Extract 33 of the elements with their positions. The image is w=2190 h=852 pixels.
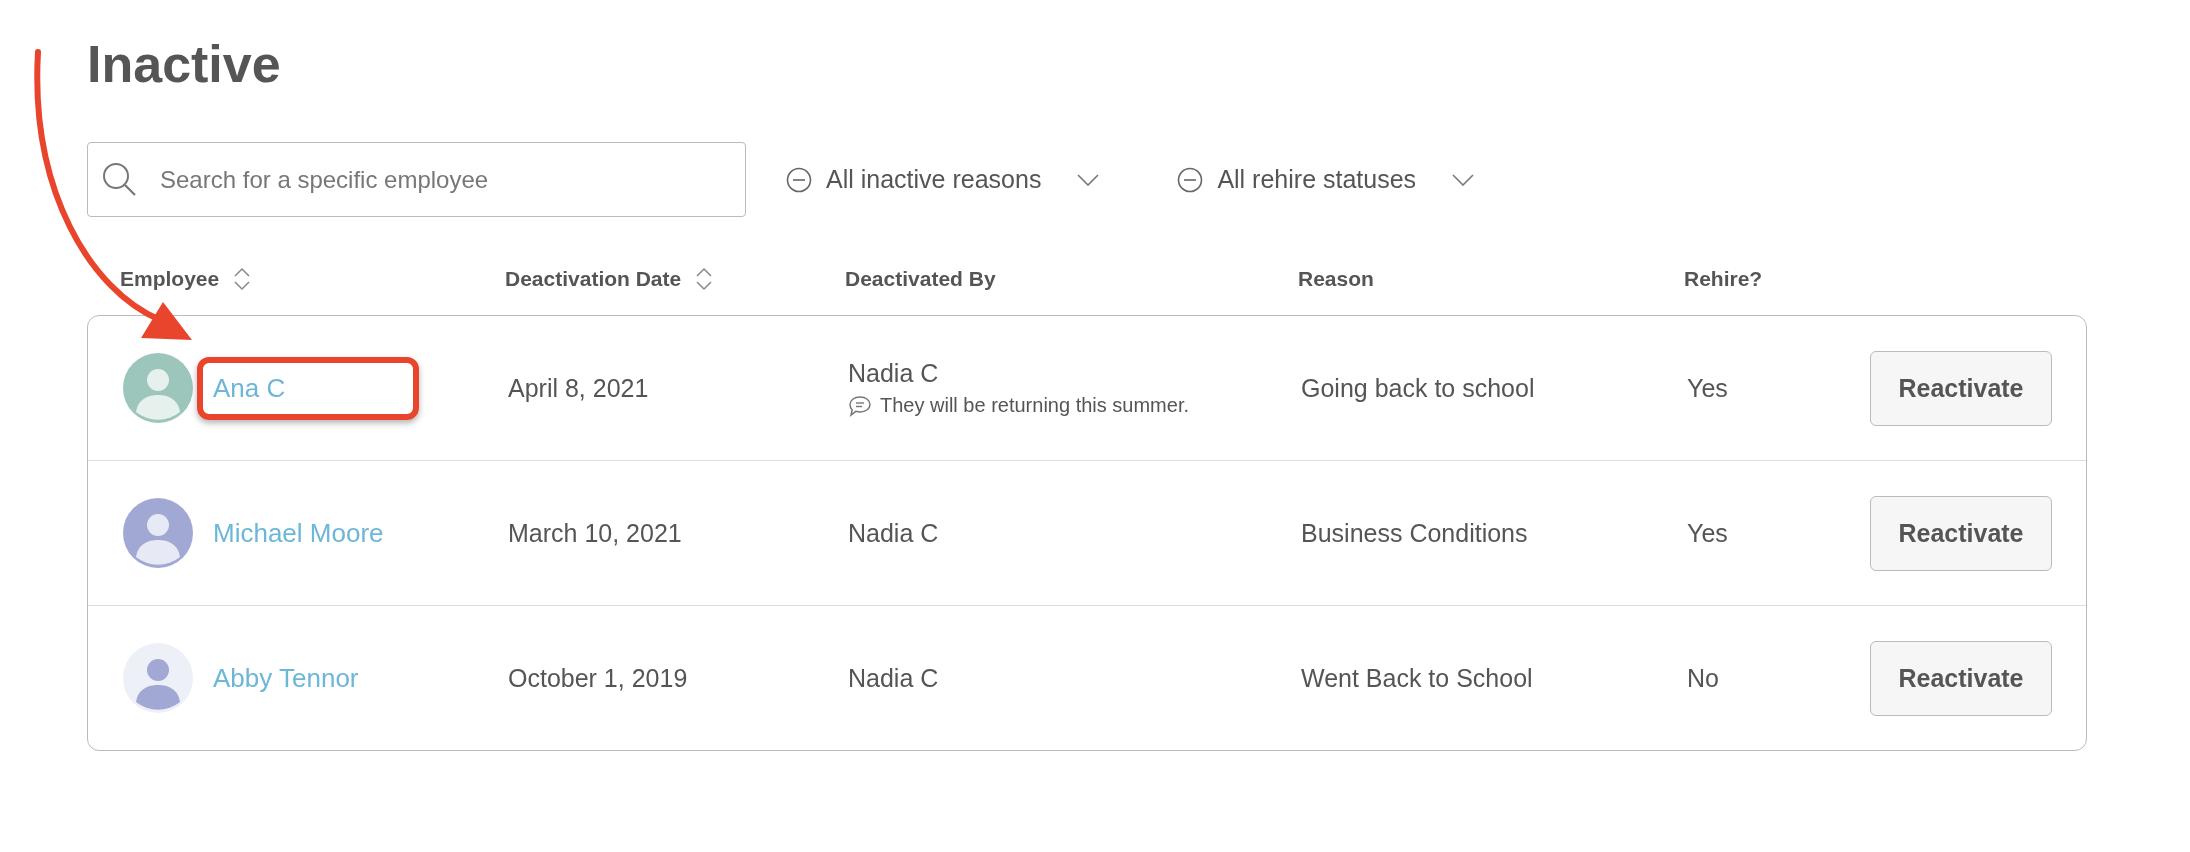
date-cell-text: October 1, 2019: [508, 663, 689, 693]
date-cell-text: April 8, 2021: [508, 373, 650, 403]
minus-circle-icon: [786, 166, 812, 193]
chevron-down-icon: [1077, 173, 1100, 186]
chevron-down-icon: [1452, 173, 1475, 186]
deactivated-by-cell-text: Nadia C: [848, 518, 940, 548]
column-header[interactable]: Employee: [120, 266, 252, 292]
column-header: Reason: [1298, 267, 1374, 291]
rehire-cell-text: Yes: [1687, 518, 1729, 548]
reactivate-button[interactable]: Reactivate: [1870, 495, 2052, 571]
comment-icon: [848, 394, 872, 417]
column-header: Rehire?: [1684, 267, 1763, 291]
deactivated-by-cell-text: Nadia C: [848, 359, 940, 388]
date-cell-text: March 10, 2021: [508, 518, 683, 548]
page-title: Inactive: [87, 34, 282, 94]
reactivate-button[interactable]: Reactivate: [1870, 350, 2052, 426]
comment-text: They will be returning this summer.: [880, 394, 1189, 417]
reactivate-button[interactable]: Reactivate: [1870, 640, 2052, 716]
rehire-cell-text: Yes: [1687, 373, 1729, 403]
rehire-cell-text: No: [1687, 663, 1720, 693]
column-header: Deactivated By: [845, 267, 996, 291]
filter-dropdown[interactable]: All rehire statuses: [1177, 165, 1475, 194]
reason-cell-text: Going back to school: [1301, 373, 1536, 403]
filter-dropdown[interactable]: All inactive reasons: [786, 165, 1100, 194]
sort-icon[interactable]: [233, 266, 252, 292]
reason-cell-text: Business Conditions: [1301, 518, 1529, 548]
deactivated-by-cell-text: Nadia C: [848, 663, 940, 693]
column-header[interactable]: Deactivation Date: [505, 266, 714, 292]
minus-circle-icon: [1177, 166, 1204, 193]
sort-icon[interactable]: [695, 266, 714, 292]
search-field[interactable]: Search for a specific employee: [87, 142, 746, 217]
reason-cell-text: Went Back to School: [1301, 663, 1534, 693]
search-icon: [102, 162, 136, 196]
